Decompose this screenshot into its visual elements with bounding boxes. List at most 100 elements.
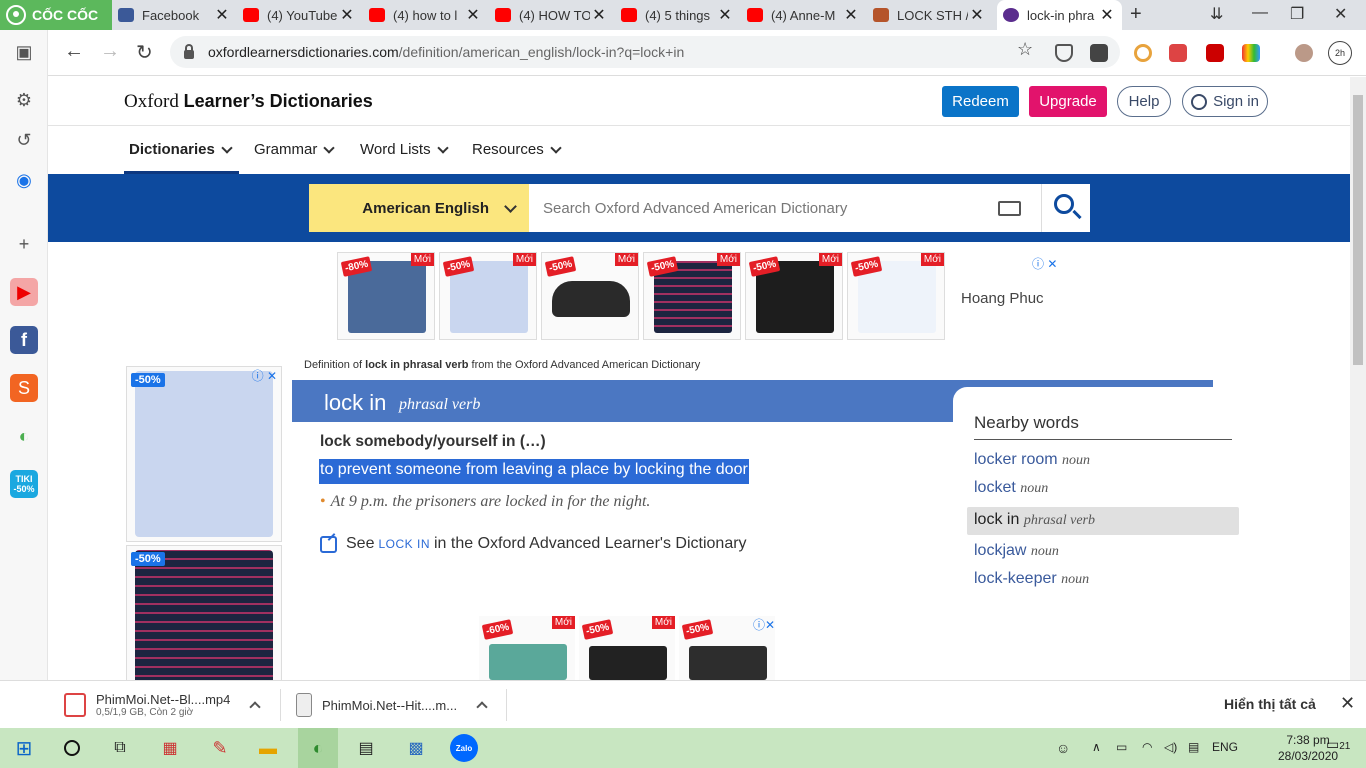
battery-icon[interactable]: ▭: [1116, 740, 1127, 754]
nearby-word-locket[interactable]: locket noun: [974, 479, 1048, 497]
top-ad-banner[interactable]: -80% Mới -50% Mới -50% Mới -50% Mới -50% Mới …: [337, 252, 1059, 340]
volume-icon[interactable]: ◁): [1164, 740, 1177, 754]
extension-red-icon[interactable]: [1206, 44, 1224, 62]
browser-brand[interactable]: CỐC CỐC: [0, 0, 112, 30]
show-all-downloads[interactable]: Hiển thị tất cả: [1224, 696, 1316, 712]
tray-chevron-icon[interactable]: ∧: [1092, 740, 1101, 754]
tab-search-icon[interactable]: ⇊: [1210, 4, 1223, 24]
profile-avatar[interactable]: [1295, 44, 1313, 62]
address-bar[interactable]: oxfordlearnersdictionaries.com/definitio…: [170, 36, 1120, 68]
file-explorer-icon[interactable]: ▬: [254, 734, 282, 762]
close-tab-icon[interactable]: ✕: [338, 5, 356, 25]
nearby-word-locker-room[interactable]: locker room noun: [974, 451, 1090, 469]
tab-oxford-active[interactable]: lock-in phra ✕: [997, 0, 1122, 30]
tab-facebook[interactable]: Facebook ✕: [112, 0, 237, 30]
close-tab-icon[interactable]: ✕: [590, 5, 608, 25]
coccoc-game-icon[interactable]: ◐: [10, 422, 38, 450]
youtube-shortcut-icon[interactable]: ▶: [10, 278, 38, 306]
upgrade-button[interactable]: Upgrade: [1029, 86, 1107, 117]
shopee-shortcut-icon[interactable]: S: [10, 374, 38, 402]
side-ad-striped-polo[interactable]: -50%: [126, 545, 282, 680]
extension-color-icon[interactable]: [1242, 44, 1260, 62]
scrollbar-thumb[interactable]: [1353, 95, 1363, 365]
site-title[interactable]: Oxford Learner’s Dictionaries: [124, 91, 373, 113]
download-icon[interactable]: [1090, 44, 1108, 62]
menu-grammar[interactable]: Grammar: [254, 141, 337, 158]
ad-product-striped-polo[interactable]: -50% Mới: [643, 252, 741, 340]
maximize-icon[interactable]: ❐: [1290, 4, 1304, 24]
close-window-icon[interactable]: ✕: [1334, 4, 1347, 24]
tab-youtube-1[interactable]: (4) YouTube ✕: [237, 0, 362, 30]
close-tab-icon[interactable]: ✕: [716, 5, 734, 25]
app-calculator-icon[interactable]: ▩: [402, 734, 430, 762]
extension-new-icon[interactable]: [1169, 44, 1187, 62]
ad-product-teal-shoe[interactable]: -60% Mới: [479, 616, 575, 680]
redeem-button[interactable]: Redeem: [942, 86, 1019, 117]
side-ad-polo[interactable]: -50% ⓘ ✕: [126, 366, 282, 542]
menu-dictionaries[interactable]: Dictionaries: [129, 141, 235, 158]
task-view-icon[interactable]: ⧉: [106, 734, 134, 762]
new-tab-icon[interactable]: +: [1130, 3, 1142, 26]
nearby-word-current[interactable]: lock in phrasal verb: [967, 507, 1239, 535]
ad-product-polo[interactable]: -50% Mới: [439, 252, 537, 340]
history-icon[interactable]: ↺: [10, 126, 38, 154]
star-icon[interactable]: ☆: [1017, 39, 1033, 60]
app-paint-icon[interactable]: ✎: [206, 734, 234, 762]
definition-text-selected[interactable]: to prevent someone from leaving a place …: [319, 459, 749, 484]
close-tab-icon[interactable]: ✕: [213, 5, 231, 25]
forward-icon[interactable]: →: [100, 40, 120, 63]
chevron-up-icon[interactable]: [476, 701, 488, 713]
sidebar-panel-icon[interactable]: ▣: [10, 38, 38, 66]
add-shortcut-icon[interactable]: +: [10, 230, 38, 258]
ad-brand-name[interactable]: Hoang Phuc: [961, 290, 1044, 307]
see-link-word[interactable]: lock in: [378, 537, 430, 551]
download-item-2[interactable]: PhimMoi.Net--Hit....m...: [296, 681, 506, 729]
back-icon[interactable]: ←: [64, 40, 84, 63]
input-language[interactable]: ENG: [1212, 740, 1238, 754]
nearby-word-lockjaw[interactable]: lockjaw noun: [974, 542, 1059, 560]
page-scrollbar[interactable]: [1350, 77, 1366, 680]
keyboard-tray-icon[interactable]: ▤: [1188, 740, 1199, 754]
search-circle-icon[interactable]: [58, 734, 86, 762]
app-notes-icon[interactable]: ▤: [352, 734, 380, 762]
zalo-icon[interactable]: Zalo: [450, 734, 478, 762]
notification-center-icon[interactable]: ▭21: [1326, 736, 1350, 753]
minimize-icon[interactable]: —: [1252, 4, 1268, 22]
close-tab-icon[interactable]: ✕: [464, 5, 482, 25]
extension-coccoc-icon[interactable]: [1134, 44, 1152, 62]
tab-youtube-2[interactable]: (4) how to l ✕: [363, 0, 488, 30]
keyboard-icon[interactable]: [998, 201, 1021, 216]
app-gallery-icon[interactable]: ▦: [156, 734, 184, 762]
shield-icon[interactable]: [1055, 44, 1073, 62]
tab-youtube-3[interactable]: (4) HOW TO ✕: [489, 0, 614, 30]
windows-start-icon[interactable]: ⊞: [10, 734, 38, 762]
close-tab-icon[interactable]: ✕: [1098, 5, 1116, 25]
close-tab-icon[interactable]: ✕: [968, 5, 986, 25]
people-icon[interactable]: ☺: [1056, 740, 1070, 756]
ad-product-white-tee[interactable]: -50% Mới: [847, 252, 945, 340]
timer-badge[interactable]: 2h: [1328, 41, 1352, 65]
ad-product-black-tee[interactable]: -50% Mới: [745, 252, 843, 340]
close-download-bar-icon[interactable]: ✕: [1340, 693, 1355, 714]
close-tab-icon[interactable]: ✕: [842, 5, 860, 25]
menu-resources[interactable]: Resources: [472, 141, 564, 158]
settings-gear-icon[interactable]: ⚙: [10, 86, 38, 114]
see-also-link[interactable]: See lock in in the Oxford Advanced Learner…: [320, 535, 747, 553]
wifi-icon[interactable]: ◠: [1142, 740, 1152, 754]
coccoc-taskbar-icon[interactable]: ◐: [298, 728, 338, 768]
download-item-1[interactable]: PhimMoi.Net--Bl....mp4 0,5/1,9 GB, Còn 2 …: [64, 681, 274, 729]
tiki-shortcut-icon[interactable]: TIKI -50%: [10, 470, 38, 498]
ad-product-skirt[interactable]: -80% Mới: [337, 252, 435, 340]
menu-word-lists[interactable]: Word Lists: [360, 141, 451, 158]
search-input[interactable]: Search Oxford Advanced American Dictiona…: [529, 184, 1041, 232]
help-button[interactable]: Help: [1117, 86, 1171, 117]
ad-info-close-icon[interactable]: ⓘ ✕: [252, 367, 277, 384]
dictionary-select[interactable]: American English: [309, 184, 529, 232]
tab-cambridge[interactable]: LOCK STH / ✕: [867, 0, 992, 30]
bottom-ad-banner[interactable]: -60% Mới -50% Mới -50% ⓘ✕: [479, 616, 777, 680]
facebook-shortcut-icon[interactable]: f: [10, 326, 38, 354]
chevron-up-icon[interactable]: [249, 701, 261, 713]
sign-in-button[interactable]: Sign in: [1182, 86, 1268, 117]
search-button[interactable]: [1041, 184, 1090, 232]
ad-product-dark-shoe[interactable]: -50% ⓘ✕: [679, 616, 775, 680]
